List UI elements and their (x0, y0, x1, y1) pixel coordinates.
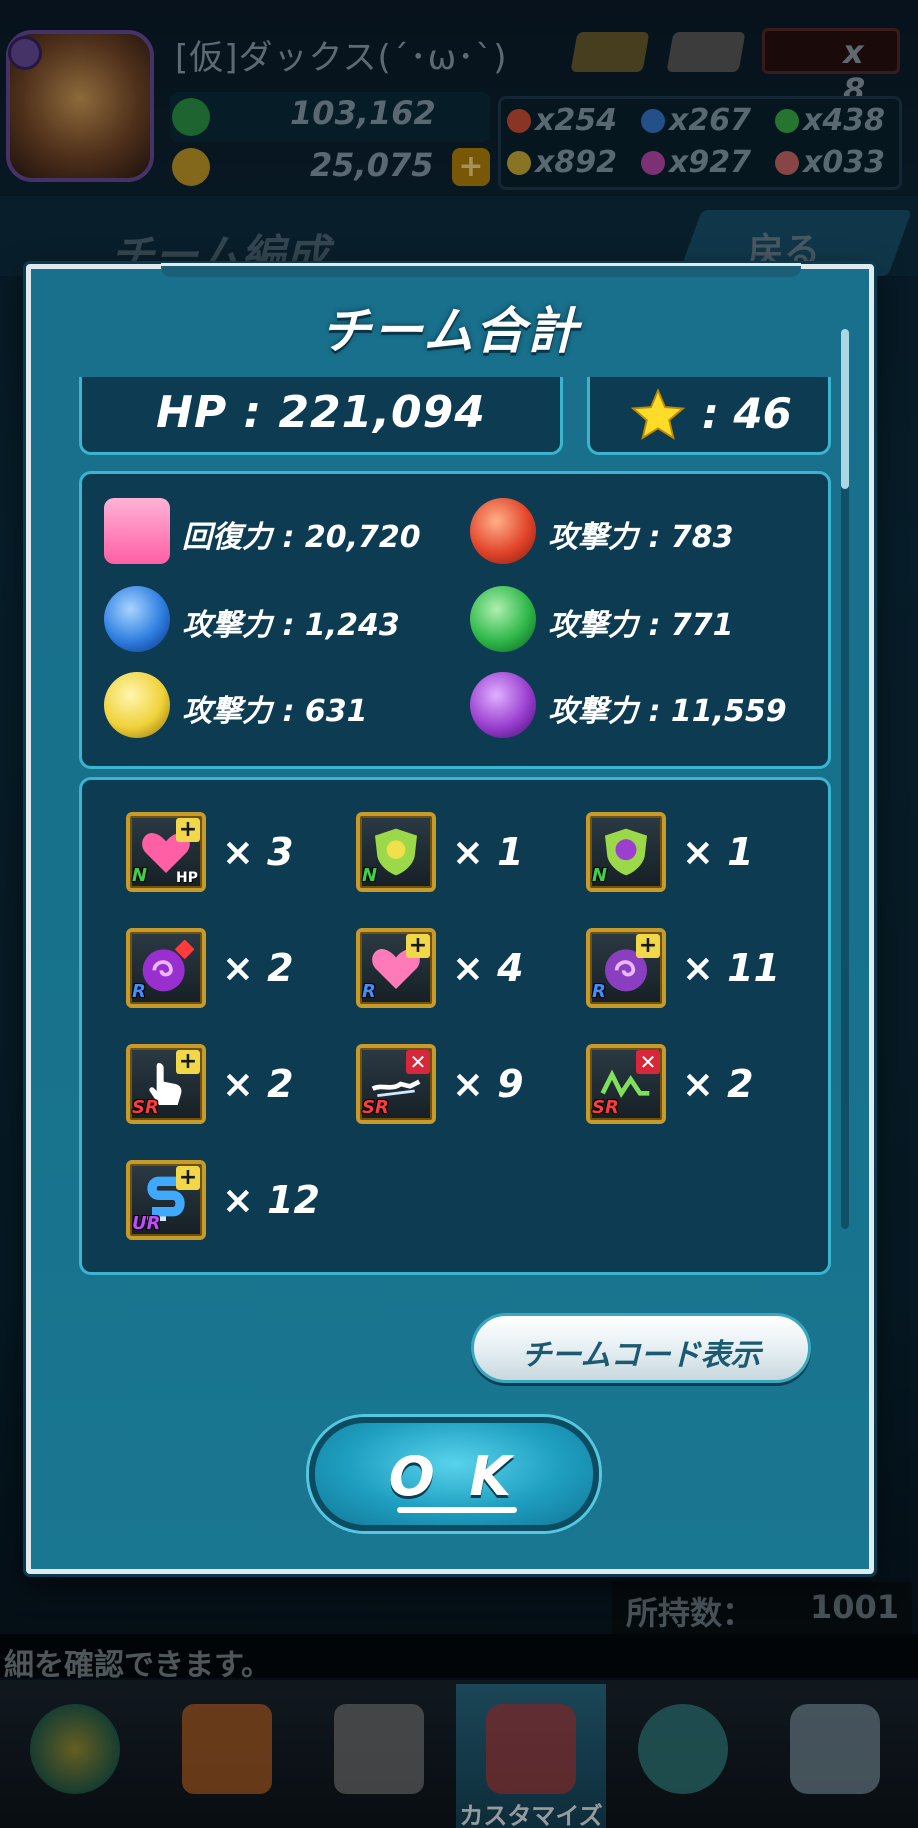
team-total-dialog: チーム合計 HP : 221,094 : 46 回復力 : 20,720 攻撃力… (26, 263, 874, 1574)
orb-counts: x254 x267 x438 x892 x927 x033 (498, 96, 902, 190)
rainbow-orb-icon (775, 151, 799, 175)
ability-heart-r[interactable]: + R × 4 (356, 928, 566, 1010)
friends-icon (638, 1704, 728, 1794)
ticket-counter[interactable]: x 8 (762, 28, 900, 109)
ability-light-shield[interactable]: N × 1 (356, 812, 566, 894)
heart-icon (104, 498, 170, 564)
ability-tap[interactable]: + SR × 2 (126, 1044, 336, 1126)
ability-dark-diamond[interactable]: R × 2 (126, 928, 336, 1010)
owned-value: 1001 (810, 1588, 900, 1626)
orb-count-water: x267 (641, 103, 751, 138)
heart-plus-icon: + N HP (126, 812, 206, 892)
attribute-panel: 回復力 : 20,720 攻撃力 : 783 攻撃力 : 1,243 攻撃力 :… (79, 471, 831, 769)
terrain-cancel-icon: ✕ SR (586, 1044, 666, 1124)
star-panel: : 46 (587, 377, 831, 455)
star-icon (630, 388, 686, 440)
orb-count-light: x892 (507, 145, 617, 180)
question-icon (790, 1704, 880, 1794)
dark-shield-icon: N (586, 812, 666, 892)
ability-count: × 3 (222, 830, 294, 874)
ability-count: × 11 (682, 946, 780, 990)
orb-count-rainbow: x033 (775, 145, 885, 180)
ok-button-highlight (397, 1507, 517, 1513)
nav-friends[interactable] (608, 1684, 758, 1828)
ability-path[interactable]: + UR × 12 (126, 1160, 336, 1242)
ability-dark-shield[interactable]: N × 1 (586, 812, 796, 894)
nav-home[interactable] (0, 1684, 150, 1828)
ok-button-label: O K (388, 1445, 520, 1508)
dark-orb-icon (641, 151, 665, 175)
monster-exp-value: 103,162 (290, 94, 436, 132)
attr-wood-label: 攻撃力 : 771 (548, 608, 734, 643)
ability-count: × 2 (222, 946, 294, 990)
ability-count: × 1 (682, 830, 754, 874)
hint-text: 細を確認できます。 (4, 1648, 271, 1683)
ability-terrain-cancel[interactable]: ✕ SR × 2 (586, 1044, 796, 1126)
customize-icon (486, 1704, 576, 1794)
gold-ticket-icon (570, 32, 650, 72)
attr-heal-label: 回復力 : 20,720 (182, 520, 421, 555)
light-orb-icon (104, 672, 170, 738)
dialog-notch (161, 263, 801, 277)
home-icon (30, 1704, 120, 1794)
water-orb-icon (641, 109, 665, 133)
ability-count: × 9 (452, 1062, 524, 1106)
crossed-swords-icon (334, 1704, 424, 1794)
nav-customize[interactable]: カスタマイズ (456, 1684, 606, 1828)
ability-heart-hp[interactable]: + N HP × 3 (126, 812, 336, 894)
ability-panel: + N HP × 3 N × 1 N × 1 R × 2 + R × 4 + R… (79, 777, 831, 1275)
shop-bag-icon (182, 1704, 272, 1794)
fire-orb-icon (507, 109, 531, 133)
team-code-button[interactable]: チームコード表示 (471, 1313, 811, 1383)
monster-exp-icon (172, 98, 210, 136)
nav-customize-label: カスタマイズ (459, 1802, 603, 1828)
ability-lightning-cancel[interactable]: ✕ SR × 9 (356, 1044, 566, 1126)
nav-help[interactable] (760, 1684, 910, 1828)
ability-count: × 2 (222, 1062, 294, 1106)
light-shield-icon: N (356, 812, 436, 892)
light-orb-icon (507, 151, 531, 175)
player-name: [仮]ダックス(´･ω･`) (175, 38, 508, 78)
water-orb-icon (104, 586, 170, 652)
team-stars: : 46 (702, 389, 792, 438)
silver-ticket-icon (666, 32, 746, 72)
ability-dark-orb[interactable]: + R × 11 (586, 928, 796, 1010)
tap-hand-icon: + SR (126, 1044, 206, 1124)
attr-dark-label: 攻撃力 : 11,559 (548, 694, 787, 729)
dark-swirl-diamond-icon: R (126, 928, 206, 1008)
heart-plus-icon: + R (356, 928, 436, 1008)
nav-shop[interactable] (152, 1684, 302, 1828)
ability-count: × 1 (452, 830, 524, 874)
path-plus-icon: + UR (126, 1160, 206, 1240)
orb-count-fire: x254 (507, 103, 617, 138)
buy-coin-button[interactable]: + (452, 148, 490, 186)
team-hp: HP : 221,094 (156, 387, 486, 438)
rank-gem-icon (8, 36, 42, 70)
attr-light-label: 攻撃力 : 631 (182, 694, 368, 729)
scrollbar-thumb[interactable] (841, 329, 849, 489)
dark-orb-icon (470, 672, 536, 738)
attr-water-label: 攻撃力 : 1,243 (182, 608, 400, 643)
wood-orb-icon (470, 586, 536, 652)
wood-orb-icon (775, 109, 799, 133)
coin-value: 25,075 (310, 146, 434, 184)
ok-button[interactable]: O K (309, 1417, 599, 1531)
nav-battle[interactable] (304, 1684, 454, 1828)
orb-count-dark: x927 (641, 145, 751, 180)
lightning-cancel-icon: ✕ SR (356, 1044, 436, 1124)
hp-panel: HP : 221,094 (79, 377, 563, 455)
owned-label: 所持数： (626, 1594, 755, 1632)
dark-orb-plus-icon: + R (586, 928, 666, 1008)
attr-fire-label: 攻撃力 : 783 (548, 520, 734, 555)
fire-orb-icon (470, 498, 536, 564)
dialog-title: チーム合計 (320, 302, 580, 360)
ability-count: × 4 (452, 946, 524, 990)
ability-count: × 2 (682, 1062, 754, 1106)
coin-icon (172, 148, 210, 186)
orb-count-wood: x438 (775, 103, 885, 138)
ability-count: × 12 (222, 1178, 320, 1222)
team-code-button-label: チームコード表示 (521, 1338, 761, 1373)
